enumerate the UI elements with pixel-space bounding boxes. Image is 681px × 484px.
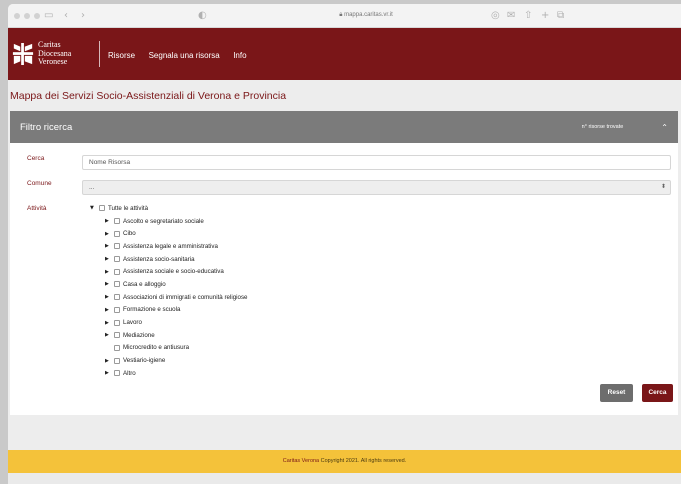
checkbox[interactable]	[114, 256, 120, 263]
back-icon[interactable]: ‹	[64, 10, 68, 22]
nav-info[interactable]: Info	[233, 51, 246, 60]
search-button[interactable]: Cerca	[642, 384, 673, 402]
page-title: Mappa dei Servizi Socio-Assistenziali di…	[10, 90, 287, 102]
comune-row: Comune	[10, 180, 82, 187]
tabs-icon[interactable]: ⧉	[557, 10, 564, 22]
tree-item[interactable]: ▶ Mediazione	[90, 329, 248, 342]
comune-label: Comune	[27, 180, 52, 187]
tree-item[interactable]: ▶ Associazioni di immigrati e comunità re…	[90, 291, 248, 304]
shield-icon[interactable]: ◐	[198, 10, 207, 22]
caret-right-icon[interactable]: ▶	[105, 320, 114, 326]
share-icon[interactable]: ⇧	[524, 10, 532, 22]
tree-item[interactable]: ▶ Lavoro	[90, 316, 248, 329]
caret-right-icon[interactable]: ▶	[105, 294, 114, 300]
tree-item[interactable]: ▶ Assistenza socio-sanitaria	[90, 253, 248, 266]
caret-right-icon[interactable]: ▶	[105, 218, 114, 224]
browser-toolbar: ▭ ‹ › ◐ 🔒︎ mappa.caritas.vr.it ◎ ✉ ⇧ + ⧉	[8, 4, 681, 28]
checkbox[interactable]	[114, 332, 120, 339]
caret-right-icon[interactable]: ▶	[105, 243, 114, 249]
logo-text: Caritas Diocesana Veronese	[38, 40, 72, 67]
window-controls[interactable]	[14, 12, 40, 19]
select-arrows-icon: ⬍	[660, 184, 666, 190]
checkbox[interactable]	[114, 243, 120, 250]
footer-copyright: Copyright 2021. All rights reserved.	[319, 458, 407, 464]
footer-brand-link[interactable]: Caritas Verona	[283, 458, 319, 464]
nav-segnala-risorsa[interactable]: Segnala una risorsa	[149, 51, 220, 60]
address-bar[interactable]: 🔒︎ mappa.caritas.vr.it	[266, 8, 466, 23]
site-header: Caritas Diocesana Veronese Risorse Segna…	[8, 28, 681, 80]
checkbox[interactable]	[99, 205, 105, 212]
results-count: n° risorse trovate	[581, 124, 624, 130]
checkbox[interactable]	[114, 294, 120, 301]
reset-button[interactable]: Reset	[600, 384, 633, 402]
caret-down-icon[interactable]: ▼	[90, 205, 99, 211]
comune-value: ...	[89, 184, 95, 191]
sidebar-icon[interactable]: ▭	[44, 10, 53, 22]
page-bottom	[8, 473, 681, 484]
search-label: Cerca	[27, 155, 45, 162]
attivita-row: Attività	[10, 205, 82, 212]
minimize-window-icon[interactable]	[24, 12, 30, 19]
new-tab-icon[interactable]: +	[541, 10, 549, 22]
filter-title: Filtro ricerca	[20, 121, 73, 133]
tree-root[interactable]: ▼ Tutte le attività	[90, 202, 248, 215]
caret-right-icon[interactable]: ▶	[105, 231, 114, 237]
zoom-window-icon[interactable]	[34, 12, 40, 19]
caret-right-icon[interactable]: ▶	[105, 332, 114, 338]
tree-item[interactable]: ▶ Cibo	[90, 227, 248, 240]
checkbox[interactable]	[114, 357, 120, 364]
main-nav: Risorse Segnala una risorsa Info	[108, 45, 256, 63]
tree-item[interactable]: ▶ Assistenza sociale e socio-educativa	[90, 265, 248, 278]
browser-window: ▭ ‹ › ◐ 🔒︎ mappa.caritas.vr.it ◎ ✉ ⇧ + ⧉	[8, 4, 681, 484]
url-text: mappa.caritas.vr.it	[344, 12, 393, 18]
translate-icon[interactable]: ◎	[491, 10, 500, 22]
checkbox[interactable]	[114, 344, 120, 351]
tree-item[interactable]: ▶ Vestiario-igiene	[90, 354, 248, 367]
checkbox[interactable]	[114, 281, 120, 288]
checkbox[interactable]	[114, 230, 120, 237]
caret-right-icon[interactable]: ▶	[105, 281, 114, 287]
close-window-icon[interactable]	[14, 12, 20, 19]
attivita-tree: ▼ Tutte le attività ▶ Ascolto e segretaria…	[90, 202, 248, 380]
search-placeholder: Nome Risorsa	[89, 159, 131, 166]
tree-item[interactable]: ▶ Assistenza legale e amministrativa	[90, 240, 248, 253]
tree-item[interactable]: Microcredito e antiusura	[90, 342, 248, 355]
comune-select[interactable]: ... ⬍	[82, 180, 671, 195]
site-footer: Caritas Verona Copyright 2021. All right…	[8, 450, 681, 473]
caret-right-icon[interactable]: ▶	[105, 256, 114, 262]
tree-item[interactable]: ▶ Formazione e scuola	[90, 304, 248, 317]
forward-icon[interactable]: ›	[81, 10, 85, 22]
caret-right-icon[interactable]: ▶	[105, 370, 114, 376]
nav-risorse[interactable]: Risorse	[108, 51, 135, 60]
mail-icon[interactable]: ✉	[507, 10, 515, 22]
search-input[interactable]: Nome Risorsa	[82, 155, 671, 170]
checkbox[interactable]	[114, 370, 120, 377]
filter-panel: Filtro ricerca n° risorse trovate ⌃ Cerc…	[10, 111, 678, 415]
checkbox[interactable]	[114, 268, 120, 275]
caritas-logo[interactable]: Caritas Diocesana Veronese	[12, 34, 97, 74]
header-divider	[99, 41, 100, 67]
caritas-logo-mark	[12, 43, 34, 65]
checkbox[interactable]	[114, 306, 120, 313]
tree-item[interactable]: ▶ Altro	[90, 367, 248, 380]
checkbox[interactable]	[114, 218, 120, 225]
attivita-label: Attività	[27, 205, 47, 212]
tree-item[interactable]: ▶ Casa e alloggio	[90, 278, 248, 291]
caret-right-icon[interactable]: ▶	[105, 307, 114, 313]
checkbox[interactable]	[114, 319, 120, 326]
caret-right-icon[interactable]: ▶	[105, 358, 114, 364]
tree-item[interactable]: ▶ Ascolto e segretariato sociale	[90, 215, 248, 228]
caret-right-icon[interactable]: ▶	[105, 269, 114, 275]
filter-panel-header[interactable]: Filtro ricerca n° risorse trovate ⌃	[10, 111, 678, 143]
chevron-up-icon[interactable]: ⌃	[661, 123, 668, 132]
search-row: Cerca	[10, 155, 82, 162]
